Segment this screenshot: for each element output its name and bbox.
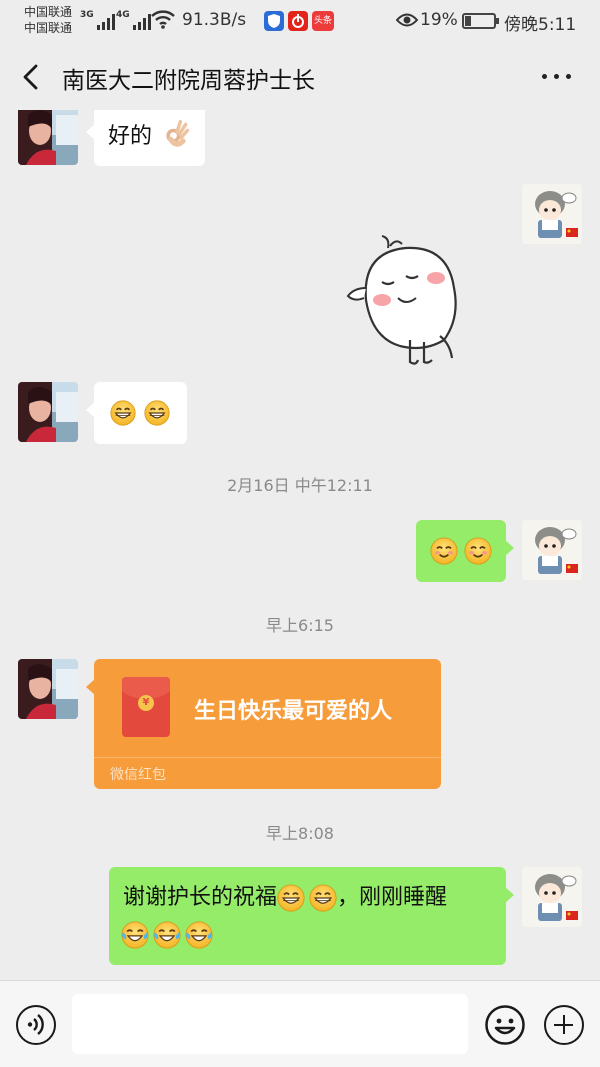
shy-cartoon-sticker[interactable] <box>336 230 476 370</box>
blush-emoji-icon <box>464 537 492 565</box>
my-avatar[interactable] <box>522 520 582 580</box>
smiley-icon[interactable] <box>485 1005 525 1045</box>
status-bar: 中国联通 中国联通 3G 4G 91.3B/s 头条 19% 傍晚5:11 <box>0 0 600 44</box>
voice-icon <box>27 1014 44 1035</box>
carrier-2: 中国联通 <box>24 21 73 35</box>
timestamp: 2月16日 中午12:11 <box>227 476 373 495</box>
input-bar <box>0 980 600 1067</box>
shield-app-icon <box>264 11 284 31</box>
red-packet-card[interactable]: ¥ 生日快乐最可爱的人 微信红包 <box>86 659 441 789</box>
joy-emoji-icon <box>185 921 213 949</box>
net-speed: 91.3B/s <box>182 10 247 30</box>
contact-avatar[interactable] <box>18 110 78 165</box>
signal-icon: 3G <box>80 10 115 30</box>
my-avatar[interactable] <box>522 184 582 244</box>
more-options-icon[interactable] <box>540 74 574 82</box>
message-input[interactable] <box>72 994 468 1054</box>
voice-button[interactable] <box>16 1005 56 1045</box>
joy-emoji-icon <box>121 921 149 949</box>
battery-percent: 19% <box>420 10 458 30</box>
grin-emoji-icon <box>144 400 170 426</box>
message-list[interactable]: 好的 2月16日 中午12:11 早上6:15 ¥ 生日快乐最可爱的人 微信红包… <box>0 110 600 980</box>
carrier-labels: 中国联通 中国联通 <box>24 4 72 36</box>
status-time: 傍晚5:11 <box>504 15 577 35</box>
netease-music-icon <box>288 11 308 31</box>
grin-emoji-icon <box>309 884 337 912</box>
carrier-1: 中国联通 <box>24 5 73 19</box>
red-packet-label: 微信红包 <box>110 767 166 783</box>
wifi-icon <box>151 10 175 29</box>
chat-title: 南医大二附院周蓉护士长 <box>62 68 315 94</box>
timestamp: 早上8:08 <box>266 824 334 843</box>
message-text-cont: ，刚刚睡醒 <box>337 885 448 910</box>
red-packet-icon: ¥ <box>122 677 170 737</box>
blush-emoji-icon <box>430 537 458 565</box>
battery-icon <box>462 13 499 29</box>
message-text-line-2 <box>121 921 213 949</box>
grin-emoji-icon <box>110 400 136 426</box>
divider <box>94 757 441 758</box>
toutiao-icon: 头条 <box>312 11 334 31</box>
joy-emoji-icon <box>153 921 181 949</box>
back-arrow-icon[interactable] <box>18 62 46 92</box>
ok-hand-emoji-icon <box>162 120 190 148</box>
grin-emoji-icon <box>277 884 305 912</box>
my-avatar[interactable] <box>522 867 582 927</box>
message-bubble[interactable]: 好的 <box>86 110 205 166</box>
message-bubble[interactable] <box>86 382 187 444</box>
message-text-line-1: 谢谢护长的祝福 ，刚刚睡醒 <box>123 879 447 912</box>
red-packet-title: 生日快乐最可爱的人 <box>194 699 393 724</box>
chat-header: 南医大二附院周蓉护士长 <box>0 44 600 110</box>
timestamp: 早上6:15 <box>266 616 334 635</box>
signal-icon: 4G <box>116 10 151 30</box>
plus-icon[interactable] <box>544 1005 584 1045</box>
message-text: 谢谢护长的祝福 <box>123 885 278 910</box>
message-bubble[interactable] <box>416 520 514 582</box>
contact-avatar[interactable] <box>18 382 78 442</box>
message-text: 好的 <box>108 124 153 149</box>
message-bubble[interactable]: 谢谢护长的祝福 ，刚刚睡醒 <box>109 867 514 965</box>
contact-avatar[interactable] <box>18 659 78 719</box>
eye-icon <box>396 13 418 27</box>
